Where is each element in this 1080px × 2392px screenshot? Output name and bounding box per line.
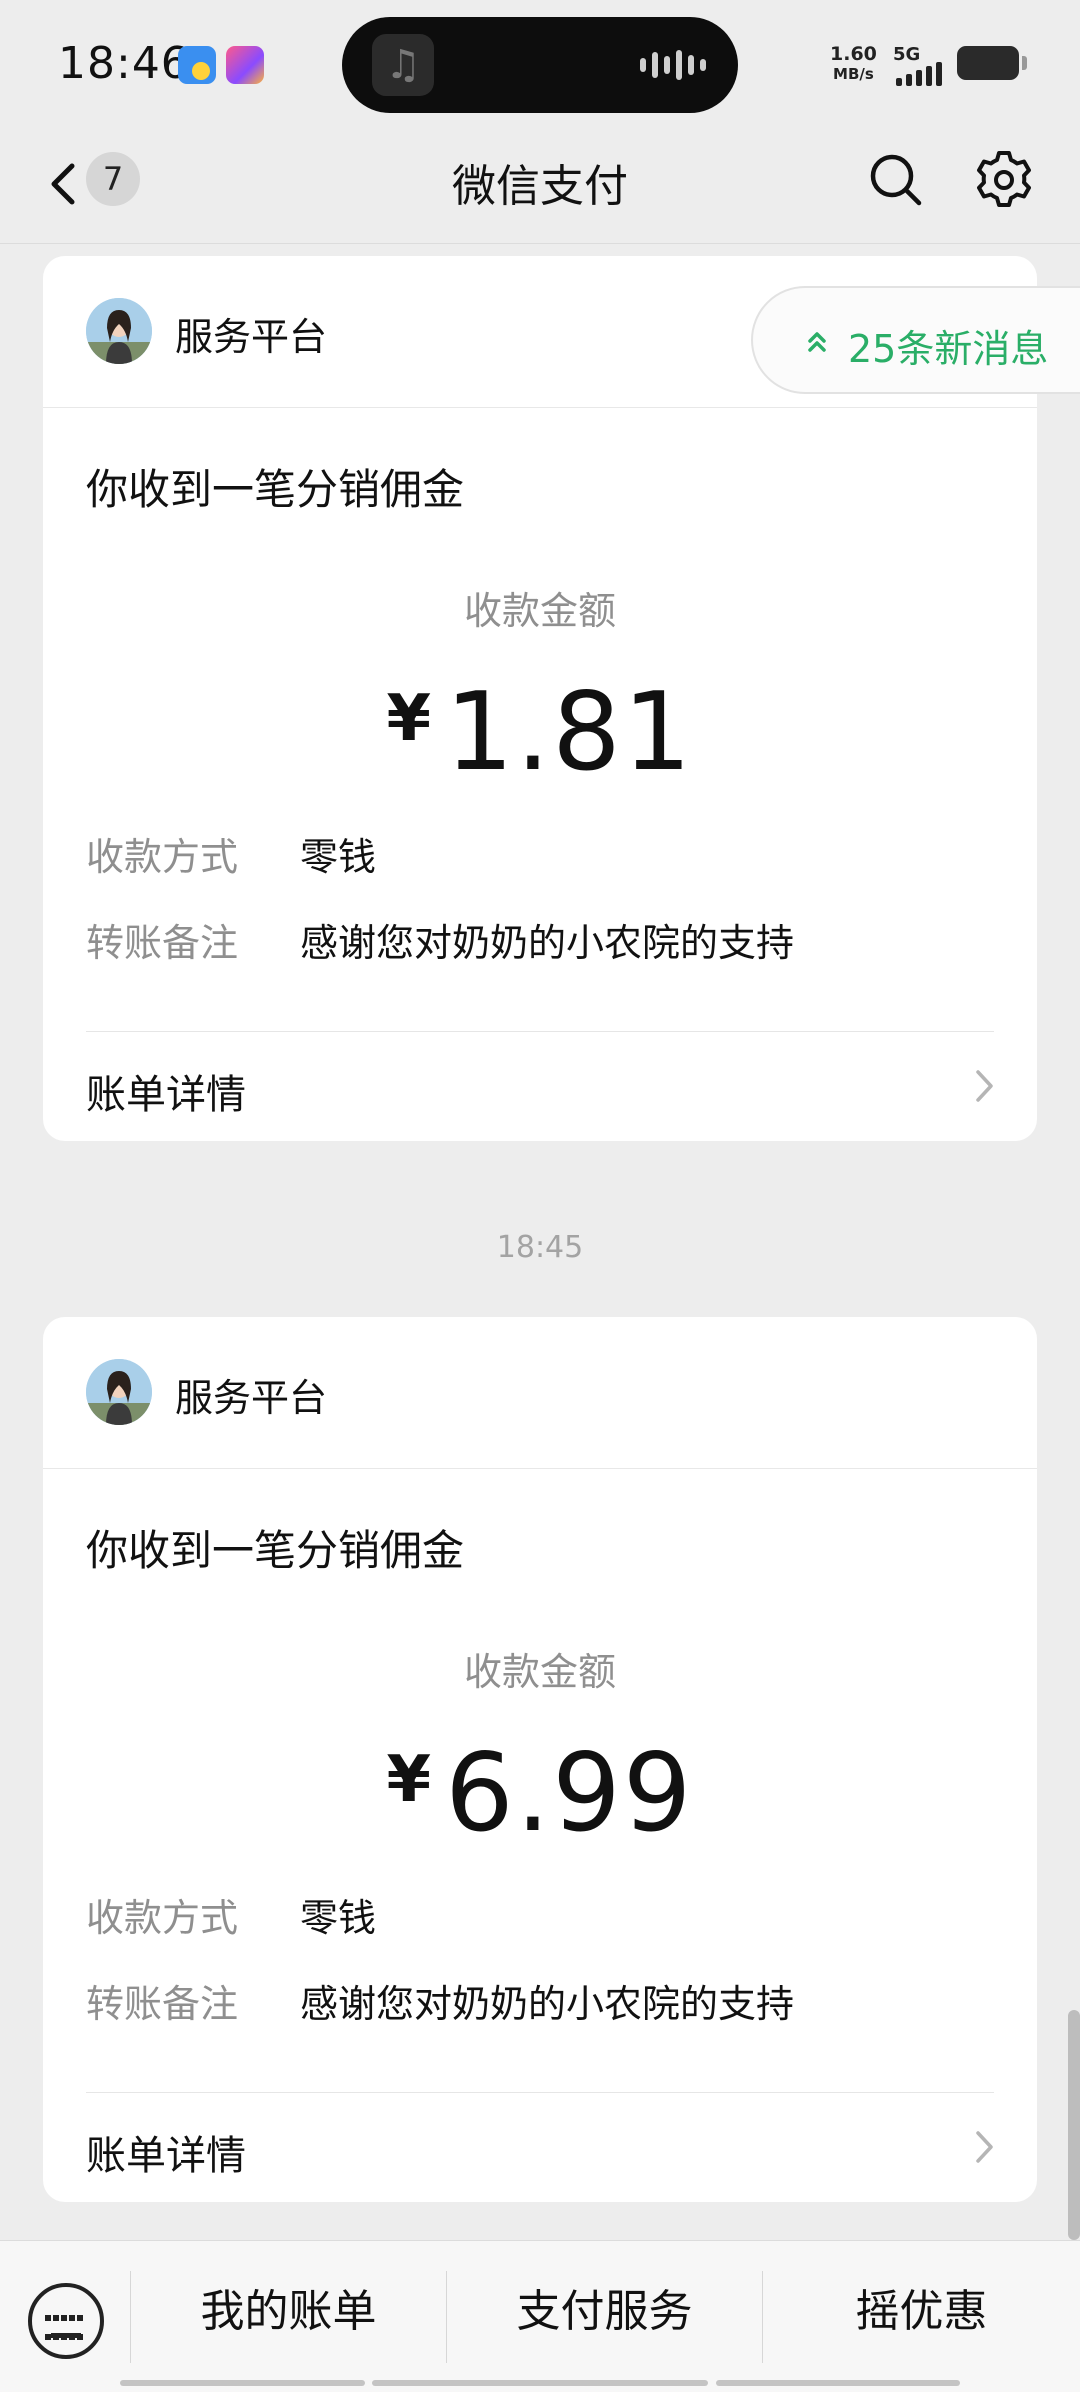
- transfer-note-value: 感谢您对奶奶的小农院的支持: [300, 921, 795, 965]
- payment-method-row: 收款方式 零钱: [86, 826, 376, 881]
- amount-label: 收款金额: [463, 589, 616, 633]
- card-divider: [86, 2092, 994, 2093]
- card-title: 你收到一笔分销佣金: [86, 465, 465, 514]
- transfer-note-row: 转账备注 感谢您对奶奶的小农院的支持: [86, 1973, 794, 2028]
- home-indicator: [120, 2380, 365, 2386]
- network-speed-value: 1.60: [830, 43, 877, 65]
- card-divider: [86, 1031, 994, 1032]
- audio-wave-icon: [640, 49, 706, 81]
- bill-details-link[interactable]: 账单详情: [86, 2123, 246, 2181]
- chevron-right-icon: [976, 1070, 993, 1102]
- amount-number: 1.81: [445, 670, 694, 795]
- payment-method-label: 收款方式: [86, 835, 239, 879]
- sender-name: 服务平台: [175, 315, 328, 359]
- home-indicator: [372, 2380, 708, 2386]
- keyboard-icon[interactable]: [28, 2283, 104, 2359]
- network-speed-unit: MB/s: [833, 65, 874, 83]
- payment-method-row: 收款方式 零钱: [86, 1887, 376, 1942]
- currency-symbol: ¥: [386, 1743, 432, 1817]
- card-title: 你收到一笔分销佣金: [86, 1526, 465, 1575]
- status-bar: 18:46 ♫ 1.60 MB/s 5G: [0, 0, 1080, 130]
- avatar[interactable]: [86, 298, 152, 364]
- card-header: 服务平台: [43, 1317, 1037, 1469]
- amount-number: 6.99: [445, 1731, 694, 1856]
- gear-icon[interactable]: [972, 148, 1036, 212]
- dynamic-island[interactable]: ♫: [342, 17, 738, 113]
- search-icon[interactable]: [866, 150, 926, 210]
- menu-my-bills[interactable]: 我的账单: [131, 2241, 446, 2392]
- transfer-note-value: 感谢您对奶奶的小农院的支持: [300, 1982, 795, 2026]
- nav-divider: [0, 243, 1080, 244]
- battery-icon: [957, 46, 1027, 80]
- menu-payment-services[interactable]: 支付服务: [447, 2241, 762, 2392]
- new-messages-button[interactable]: 25条新消息: [751, 286, 1080, 394]
- sender-name: 服务平台: [175, 1376, 328, 1420]
- double-chevron-up-icon: [808, 332, 826, 352]
- transfer-note-label: 转账备注: [86, 921, 239, 965]
- amount-label: 收款金额: [463, 1650, 616, 1694]
- home-indicator: [716, 2380, 960, 2386]
- amount-value: ¥6.99: [43, 1731, 1037, 1856]
- network-speed: 1.60 MB/s: [830, 44, 877, 84]
- bill-details-link[interactable]: 账单详情: [86, 1062, 246, 1120]
- menu-shake-offers[interactable]: 摇优惠: [763, 2241, 1080, 2392]
- nav-bar: 7 微信支付: [0, 130, 1080, 245]
- transfer-note-row: 转账备注 感谢您对奶奶的小农院的支持: [86, 912, 794, 967]
- status-time: 18:46: [58, 38, 190, 89]
- payment-method-value: 零钱: [300, 835, 377, 879]
- music-note-icon: ♫: [372, 34, 434, 96]
- payment-method-value: 零钱: [300, 1896, 377, 1940]
- signal-icon: [896, 60, 942, 86]
- currency-symbol: ¥: [386, 682, 432, 756]
- new-messages-label: 25条新消息: [848, 327, 1049, 371]
- chevron-right-icon: [976, 2131, 993, 2163]
- scrollbar[interactable]: [1068, 2010, 1080, 2240]
- message-timestamp: 18:45: [496, 1230, 584, 1265]
- avatar[interactable]: [86, 1359, 152, 1425]
- notification-photos-icon: [226, 46, 264, 84]
- transfer-note-label: 转账备注: [86, 1982, 239, 2026]
- amount-value: ¥1.81: [43, 670, 1037, 795]
- payment-card[interactable]: 服务平台 你收到一笔分销佣金 收款金额 ¥6.99 收款方式 零钱 转账备注 感谢您…: [43, 1317, 1037, 2202]
- notification-app-icon: [178, 46, 216, 84]
- payment-method-label: 收款方式: [86, 1896, 239, 1940]
- bottom-menu-bar: 我的账单 支付服务 摇优惠: [0, 2240, 1080, 2392]
